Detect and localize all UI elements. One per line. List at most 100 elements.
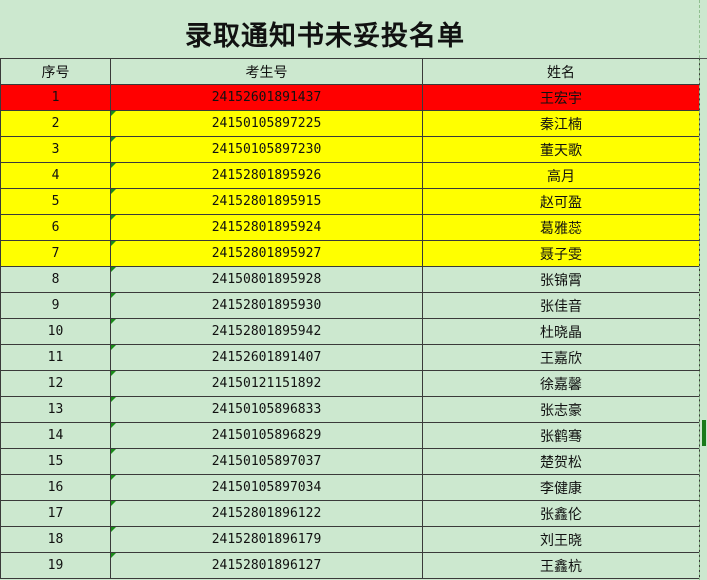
text-number-indicator-icon [111, 319, 116, 324]
cell-seq[interactable]: 16 [0, 474, 111, 501]
cell-seq[interactable]: 8 [0, 266, 111, 293]
cell-seq[interactable]: 12 [0, 370, 111, 397]
table-row: 3 24150105897230 董天歌 [0, 136, 700, 163]
cell-exam-id[interactable]: 24150105897034 [110, 474, 423, 501]
page-break-line [699, 0, 700, 580]
table-row: 10 24152801895942 杜晓晶 [0, 318, 700, 345]
cell-seq[interactable]: 3 [0, 136, 111, 163]
cell-exam-id[interactable]: 24152801895930 [110, 292, 423, 319]
cell-seq-text: 14 [47, 428, 64, 443]
cell-name[interactable]: 李健康 [422, 474, 700, 501]
cell-name[interactable]: 张志豪 [422, 396, 700, 423]
cell-seq[interactable]: 2 [0, 110, 111, 137]
table-row: 6 24152801895924 葛雅蕊 [0, 214, 700, 241]
cell-seq[interactable]: 7 [0, 240, 111, 267]
cell-seq[interactable]: 17 [0, 500, 111, 527]
cell-name-text: 王嘉欣 [540, 350, 582, 367]
cell-name-text: 张鑫伦 [540, 506, 582, 523]
cell-name[interactable]: 张佳音 [422, 292, 700, 319]
text-number-indicator-icon [111, 293, 116, 298]
cell-name-text: 高月 [547, 168, 575, 185]
cell-name[interactable]: 刘王晓 [422, 526, 700, 553]
cell-name[interactable]: 葛雅蕊 [422, 214, 700, 241]
cell-name-text: 张鹤骞 [540, 428, 582, 445]
cell-seq[interactable]: 9 [0, 292, 111, 319]
student-table: 序号 考生号 姓名 1 24152601891437 王宏宇 2 24150105897… [0, 58, 700, 579]
cell-name[interactable]: 杜晓晶 [422, 318, 700, 345]
cell-exam-id[interactable]: 24152801895942 [110, 318, 423, 345]
cell-seq-text: 11 [47, 350, 64, 365]
cell-exam-id[interactable]: 24150105897037 [110, 448, 423, 475]
cell-name[interactable]: 楚贺松 [422, 448, 700, 475]
text-number-indicator-icon [111, 111, 116, 116]
cell-name[interactable]: 聂子雯 [422, 240, 700, 267]
cell-seq-text: 1 [51, 90, 60, 105]
cell-exam-id[interactable]: 24152801895927 [110, 240, 423, 267]
cell-seq[interactable]: 1 [0, 84, 111, 111]
table-row: 5 24152801895915 赵可盈 [0, 188, 700, 215]
cell-seq-text: 12 [47, 376, 64, 391]
text-number-indicator-icon [111, 371, 116, 376]
cell-exam-id-text: 24152801895942 [211, 324, 322, 339]
cell-seq-text: 9 [51, 298, 60, 313]
cell-name[interactable]: 张锦霄 [422, 266, 700, 293]
cell-seq[interactable]: 11 [0, 344, 111, 371]
cell-exam-id[interactable]: 24152601891437 [110, 84, 423, 111]
cell-name[interactable]: 徐嘉馨 [422, 370, 700, 397]
cell-seq[interactable]: 5 [0, 188, 111, 215]
table-row: 9 24152801895930 张佳音 [0, 292, 700, 319]
cell-name[interactable]: 张鹤骞 [422, 422, 700, 449]
cell-name[interactable]: 赵可盈 [422, 188, 700, 215]
table-row: 13 24150105896833 张志豪 [0, 396, 700, 423]
header-exam-id[interactable]: 考生号 [110, 58, 423, 85]
sheet-title: 录取通知书未妥投名单 [185, 21, 465, 52]
cell-exam-id[interactable]: 24152801896179 [110, 526, 423, 553]
cell-exam-id[interactable]: 24150801895928 [110, 266, 423, 293]
title-row[interactable]: 录取通知书未妥投名单 [0, 0, 707, 59]
cell-exam-id[interactable]: 24150121151892 [110, 370, 423, 397]
table-row: 14 24150105896829 张鹤骞 [0, 422, 700, 449]
text-number-indicator-icon [111, 215, 116, 220]
cell-exam-id-text: 24152801895915 [211, 194, 322, 209]
cell-name[interactable]: 王嘉欣 [422, 344, 700, 371]
cell-name[interactable]: 王宏宇 [422, 84, 700, 111]
table-row: 12 24150121151892 徐嘉馨 [0, 370, 700, 397]
cell-exam-id[interactable]: 24152801895915 [110, 188, 423, 215]
cell-exam-id[interactable]: 24152801896127 [110, 552, 423, 579]
cell-name[interactable]: 张鑫伦 [422, 500, 700, 527]
text-number-indicator-icon [111, 163, 116, 168]
text-number-indicator-icon [111, 345, 116, 350]
cell-name-text: 董天歌 [540, 142, 582, 159]
cell-seq[interactable]: 19 [0, 552, 111, 579]
cell-seq[interactable]: 6 [0, 214, 111, 241]
cell-name[interactable]: 高月 [422, 162, 700, 189]
cell-exam-id-text: 24152801895927 [211, 246, 322, 261]
cell-seq-text: 4 [51, 168, 60, 183]
cell-exam-id[interactable]: 24152801896122 [110, 500, 423, 527]
cell-exam-id[interactable]: 24150105896829 [110, 422, 423, 449]
text-number-indicator-icon [111, 423, 116, 428]
cell-name[interactable]: 董天歌 [422, 136, 700, 163]
cell-seq[interactable]: 14 [0, 422, 111, 449]
table-row: 1 24152601891437 王宏宇 [0, 84, 700, 111]
cell-seq[interactable]: 18 [0, 526, 111, 553]
cell-exam-id[interactable]: 24150105897225 [110, 110, 423, 137]
cell-exam-id[interactable]: 24152801895926 [110, 162, 423, 189]
cell-exam-id[interactable]: 24150105897230 [110, 136, 423, 163]
cell-exam-id[interactable]: 24150105896833 [110, 396, 423, 423]
cell-seq[interactable]: 4 [0, 162, 111, 189]
cell-seq-text: 15 [47, 454, 64, 469]
cell-exam-id-text: 24150105897037 [211, 454, 322, 469]
cell-name-text: 张锦霄 [540, 272, 582, 289]
cell-name-text: 王宏宇 [540, 90, 582, 107]
cell-exam-id[interactable]: 24152601891407 [110, 344, 423, 371]
header-name[interactable]: 姓名 [422, 58, 700, 85]
header-seq[interactable]: 序号 [0, 58, 111, 85]
cell-seq[interactable]: 15 [0, 448, 111, 475]
cell-name[interactable]: 王鑫杭 [422, 552, 700, 579]
cell-seq[interactable]: 13 [0, 396, 111, 423]
cell-seq[interactable]: 10 [0, 318, 111, 345]
text-number-indicator-icon [111, 553, 116, 558]
cell-name[interactable]: 秦江楠 [422, 110, 700, 137]
cell-exam-id[interactable]: 24152801895924 [110, 214, 423, 241]
